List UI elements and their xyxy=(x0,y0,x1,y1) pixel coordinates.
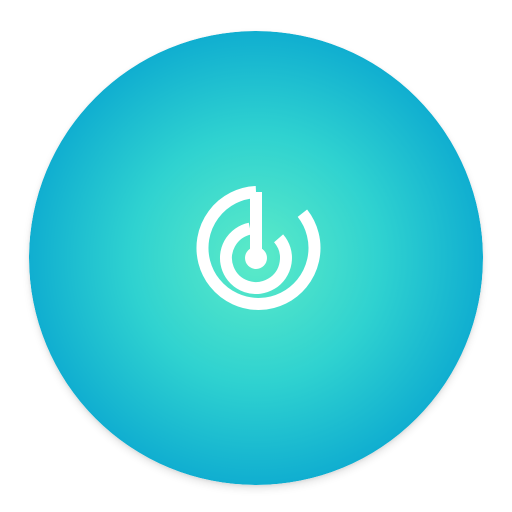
center-dot xyxy=(245,247,267,269)
app-icon[interactable] xyxy=(29,31,483,485)
icon-stage xyxy=(0,0,512,512)
app-icon-graphic xyxy=(29,31,483,485)
